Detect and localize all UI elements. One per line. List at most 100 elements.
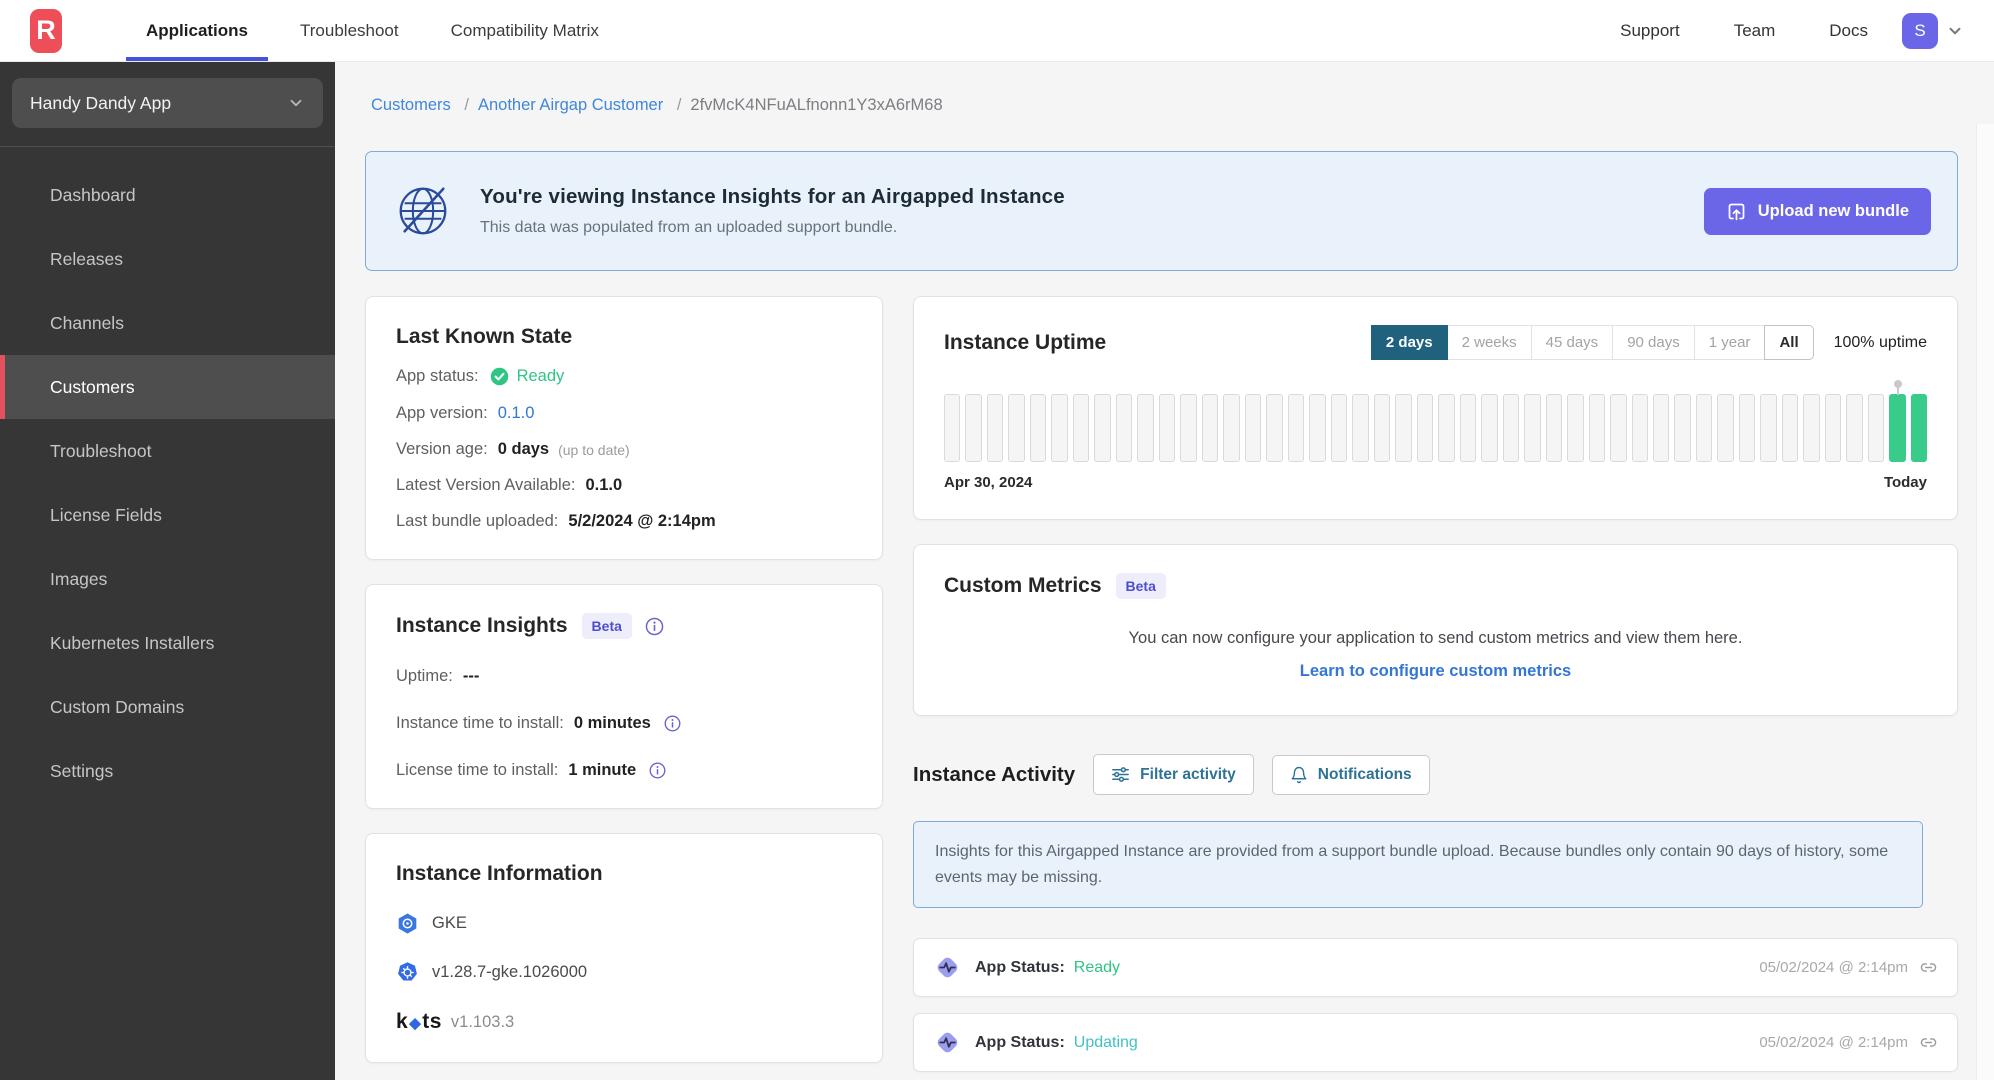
info-icon[interactable]: [663, 714, 682, 733]
uptime-bar[interactable]: [1395, 394, 1412, 462]
uptime-bar[interactable]: [1244, 394, 1262, 462]
uptime-bar[interactable]: [1867, 394, 1885, 462]
topbar-link[interactable]: Docs: [1829, 21, 1868, 41]
sidebar-item[interactable]: Channels: [0, 291, 335, 355]
scrollbar-track[interactable]: [1976, 124, 1994, 1080]
notifications-button[interactable]: Notifications: [1271, 754, 1430, 795]
account-menu[interactable]: S: [1902, 12, 1964, 49]
uptime-bar[interactable]: [1610, 394, 1627, 462]
breadcrumb-item[interactable]: Another Airgap Customer: [478, 96, 690, 115]
uptime-range-button[interactable]: All: [1764, 325, 1814, 360]
sidebar-item[interactable]: Images: [0, 547, 335, 611]
uptime-bar[interactable]: [1524, 394, 1541, 462]
sidebar-item[interactable]: License Fields: [0, 483, 335, 547]
uptime-bar[interactable]: [1266, 394, 1283, 462]
uptime-bar[interactable]: [1201, 394, 1219, 462]
uptime-bar[interactable]: [1481, 394, 1498, 462]
uptime-bar[interactable]: [965, 394, 982, 462]
uptime-range-button[interactable]: 90 days: [1612, 325, 1695, 360]
topbar-nav-item[interactable]: Compatibility Matrix: [425, 0, 625, 61]
uptime-bar[interactable]: [1803, 394, 1820, 462]
kots-logo: k ◆ ts: [396, 1010, 442, 1034]
uptime-bar[interactable]: [1287, 394, 1305, 462]
uptime-bar[interactable]: [986, 394, 1004, 462]
app-status-value: Ready: [516, 367, 565, 385]
topbar-link[interactable]: Support: [1620, 21, 1680, 41]
sidebar-nav: Dashboard Releases Channels Customers Tr…: [0, 147, 335, 803]
uptime-bar[interactable]: [944, 394, 961, 462]
uptime-bar[interactable]: [1652, 394, 1670, 462]
uptime-bar[interactable]: [1158, 394, 1176, 462]
info-icon[interactable]: [644, 616, 665, 637]
breadcrumb-item[interactable]: 2fvMcK4NFuALfnonn1Y3xA6rM68: [690, 96, 942, 115]
uptime-bar[interactable]: [1738, 394, 1756, 462]
topbar-nav-label: Compatibility Matrix: [450, 20, 599, 40]
uptime-bar[interactable]: [1502, 394, 1520, 462]
sidebar-item[interactable]: Custom Domains: [0, 675, 335, 739]
uptime-bar[interactable]: [1717, 394, 1734, 462]
filter-activity-button[interactable]: Filter activity: [1093, 754, 1254, 795]
uptime-bar[interactable]: [1115, 394, 1133, 462]
sidebar-item[interactable]: Settings: [0, 739, 335, 803]
sidebar-item[interactable]: Kubernetes Installers: [0, 611, 335, 675]
uptime-bar[interactable]: [1781, 394, 1799, 462]
uptime-bar[interactable]: [1029, 394, 1047, 462]
uptime-bar[interactable]: [1824, 394, 1842, 462]
uptime-bar[interactable]: [1051, 394, 1068, 462]
uptime-bar[interactable]: [1695, 394, 1713, 462]
uptime-bar[interactable]: [1846, 394, 1863, 462]
uptime-bar[interactable]: [1352, 394, 1369, 462]
sidebar-item[interactable]: Customers: [0, 355, 335, 419]
configure-metrics-link[interactable]: Learn to configure custom metrics: [944, 662, 1927, 681]
sidebar-item[interactable]: Releases: [0, 227, 335, 291]
uptime-range-button[interactable]: 2 days: [1370, 325, 1448, 360]
app-status-label: App status:: [396, 367, 479, 385]
instance-insights-card: Instance Insights Beta Uptime: --- Insta…: [365, 584, 883, 809]
uptime-range-button[interactable]: 2 weeks: [1446, 325, 1532, 360]
replicated-logo[interactable]: R: [30, 8, 62, 53]
upload-new-bundle-button[interactable]: Upload new bundle: [1703, 187, 1931, 235]
uptime-bar[interactable]: [1910, 394, 1928, 462]
app-selector[interactable]: Handy Dandy App: [12, 78, 323, 128]
link-icon[interactable]: [1920, 1034, 1937, 1051]
uptime-bar[interactable]: [1223, 394, 1240, 462]
uptime-range-button[interactable]: 1 year: [1693, 325, 1766, 360]
uptime-bar[interactable]: [1330, 394, 1348, 462]
sidebar-item[interactable]: Dashboard: [0, 163, 335, 227]
link-icon[interactable]: [1920, 959, 1937, 976]
uptime-bar[interactable]: [1760, 394, 1777, 462]
uptime-bar[interactable]: [1438, 394, 1455, 462]
uptime-bar[interactable]: [1137, 394, 1154, 462]
uptime-bar[interactable]: [1674, 394, 1691, 462]
app-version-value[interactable]: 0.1.0: [498, 404, 535, 423]
uptime-bar[interactable]: [1072, 394, 1090, 462]
activity-event-row[interactable]: App Status: Updating 05/02/2024 @ 2:14pm: [913, 1013, 1958, 1073]
uptime-bar[interactable]: [1567, 394, 1584, 462]
activity-note: Insights for this Airgapped Instance are…: [913, 821, 1923, 909]
version-age-label: Version age:: [396, 440, 488, 458]
uptime-range-button[interactable]: 45 days: [1530, 325, 1614, 360]
info-icon[interactable]: [648, 761, 667, 780]
uptime-bar[interactable]: [1459, 394, 1477, 462]
activity-event-row[interactable]: App Status: Ready 05/02/2024 @ 2:14pm: [913, 938, 1958, 998]
uptime-bar[interactable]: [1889, 380, 1906, 462]
uptime-bar[interactable]: [1180, 394, 1197, 462]
topbar-link[interactable]: Team: [1734, 21, 1776, 41]
uptime-bar[interactable]: [1545, 394, 1563, 462]
uptime-bar[interactable]: [1588, 394, 1606, 462]
topbar-link-label: Docs: [1829, 20, 1868, 40]
uptime-range-label: All: [1779, 334, 1799, 351]
topbar-nav-item[interactable]: Applications: [120, 0, 274, 61]
topbar-nav-item[interactable]: Troubleshoot: [274, 0, 425, 61]
uptime-bar[interactable]: [1373, 394, 1391, 462]
sidebar-item[interactable]: Troubleshoot: [0, 419, 335, 483]
uptime-bar[interactable]: [1094, 394, 1111, 462]
uptime-bar[interactable]: [1309, 394, 1326, 462]
uptime-bar[interactable]: [1416, 394, 1434, 462]
uptime-bar[interactable]: [1631, 394, 1648, 462]
avatar[interactable]: S: [1902, 12, 1938, 49]
uptime-bar[interactable]: [1008, 394, 1025, 462]
card-title: Instance Information: [396, 862, 603, 885]
breadcrumb-item[interactable]: Customers: [371, 96, 478, 115]
topbar-links: Support Team Docs: [1620, 21, 1868, 41]
